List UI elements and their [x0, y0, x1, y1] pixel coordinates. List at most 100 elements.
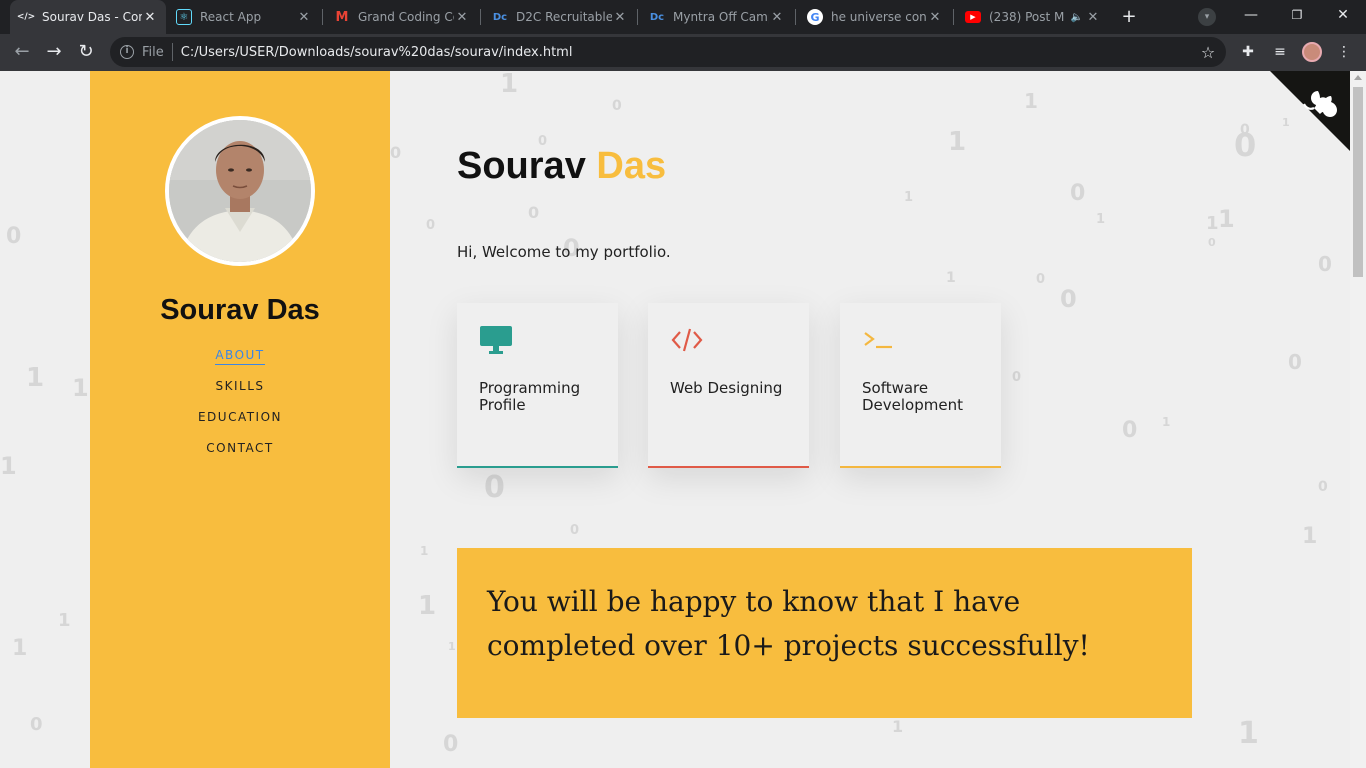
tab-strip: </> Sourav Das - Con ✕ ⚛ React App ✕ M G…: [0, 0, 1366, 34]
speaker-icon[interactable]: 🔈: [1069, 12, 1085, 23]
bg-digit: 0: [1036, 272, 1046, 287]
bg-digit: 0: [1208, 236, 1216, 249]
card-software-development[interactable]: Software Development: [840, 303, 1001, 468]
bg-digit: 0: [30, 714, 43, 735]
new-tab-button[interactable]: +: [1118, 6, 1140, 28]
close-icon[interactable]: ✕: [927, 10, 943, 25]
welcome-text: Hi, Welcome to my portfolio.: [457, 243, 671, 261]
code-icon: </>: [16, 12, 36, 22]
tab-react-app[interactable]: ⚛ React App ✕: [168, 0, 320, 34]
reload-icon[interactable]: ↻: [72, 38, 100, 66]
page-scrollbar[interactable]: [1350, 71, 1366, 768]
tab-title: Grand Coding Co: [358, 10, 454, 24]
bg-digit: 1: [0, 452, 17, 480]
close-icon[interactable]: ✕: [769, 10, 785, 25]
tab-portfolio[interactable]: </> Sourav Das - Con ✕: [10, 0, 166, 34]
bg-digit: 1: [500, 71, 519, 99]
bg-digit: 0: [1122, 418, 1138, 443]
close-icon[interactable]: ✕: [454, 10, 470, 25]
tab-gmail[interactable]: M Grand Coding Co ✕: [326, 0, 478, 34]
card-label: Software Development: [862, 379, 963, 414]
extensions-icon[interactable]: ✚: [1238, 42, 1258, 62]
close-icon[interactable]: ✕: [142, 10, 158, 25]
bg-digit: 1: [1218, 205, 1235, 233]
profile-avatar[interactable]: [1302, 42, 1322, 62]
bg-digit: 0: [1240, 122, 1250, 138]
media-queue-icon[interactable]: ≡: [1270, 42, 1290, 62]
bg-digit: 0: [570, 523, 580, 538]
bg-digit: 0: [6, 224, 22, 249]
google-icon: G: [807, 9, 823, 25]
bg-digit: 0: [426, 218, 436, 233]
gmail-icon: M: [335, 9, 349, 25]
profile-photo: [165, 116, 315, 266]
bg-digit: 1: [420, 544, 429, 558]
tab-divider: [795, 9, 796, 25]
card-label: Programming Profile: [479, 379, 581, 414]
menu-icon[interactable]: ⋮: [1334, 42, 1354, 62]
tab-title: Sourav Das - Con: [42, 10, 142, 24]
card-programming-profile[interactable]: Programming Profile: [457, 303, 618, 468]
bg-digit: 1: [1206, 213, 1219, 234]
bg-digit: 0: [1318, 252, 1332, 276]
scroll-thumb[interactable]: [1353, 87, 1363, 277]
tab-title: D2C Recruitables: [516, 10, 612, 24]
tab-title: (238) Post M: [989, 10, 1065, 24]
projects-banner: You will be happy to know that I have co…: [457, 548, 1192, 718]
nav-about[interactable]: ABOUT: [90, 348, 390, 379]
person-photo: [169, 120, 311, 262]
bg-digit: 1: [904, 190, 914, 205]
tab-d2c[interactable]: Dc D2C Recruitables ✕: [484, 0, 636, 34]
bg-digit: 0: [528, 203, 540, 222]
tab-search-icon[interactable]: ▾: [1198, 8, 1216, 26]
bg-digit: 1: [1238, 716, 1259, 751]
forward-icon[interactable]: →: [40, 38, 68, 66]
bg-digit: 1: [1096, 212, 1106, 227]
title-last-name: Das: [596, 145, 667, 187]
close-icon[interactable]: ✕: [612, 10, 628, 25]
youtube-icon: ▶: [965, 11, 981, 23]
url-text[interactable]: C:/Users/USER/Downloads/sourav%20das/sou…: [181, 45, 1196, 60]
bookmark-star-icon[interactable]: ☆: [1196, 43, 1220, 62]
card-web-designing[interactable]: Web Designing: [648, 303, 809, 468]
scroll-up-icon[interactable]: [1354, 75, 1362, 80]
card-accent-bar: [648, 466, 809, 468]
bg-digit: 1: [26, 363, 45, 393]
bg-digit: 0: [1070, 181, 1086, 206]
nav-education[interactable]: EDUCATION: [90, 410, 390, 441]
restore-icon[interactable]: ❐: [1274, 0, 1320, 30]
sidebar: Sourav Das ABOUT SKILLS EDUCATION CONTAC…: [90, 71, 390, 768]
bg-digit: 1: [418, 591, 437, 621]
d2c-icon: Dc: [492, 11, 508, 23]
close-icon[interactable]: ✕: [296, 10, 312, 25]
bg-digit: 0: [484, 470, 505, 505]
nav-label: CONTACT: [206, 441, 274, 455]
react-icon: ⚛: [176, 9, 192, 25]
bg-digit: 0: [1060, 285, 1077, 313]
tab-divider: [637, 9, 638, 25]
sidebar-name: Sourav Das: [160, 294, 320, 326]
banner-text: You will be happy to know that I have co…: [487, 585, 1090, 662]
tab-youtube[interactable]: ▶ (238) Post M 🔈 ✕: [957, 0, 1109, 34]
nav-skills[interactable]: SKILLS: [90, 379, 390, 410]
back-icon[interactable]: ←: [8, 38, 36, 66]
minimize-icon[interactable]: —: [1228, 0, 1274, 30]
github-corner-icon[interactable]: [1270, 71, 1350, 151]
info-icon[interactable]: i: [120, 45, 134, 59]
bg-digit: 1: [12, 636, 28, 661]
tab-title: Myntra Off Camp: [673, 10, 769, 24]
nav-label: EDUCATION: [197, 410, 283, 424]
bg-digit: 1: [72, 374, 89, 402]
tab-google[interactable]: G he universe conte ✕: [799, 0, 951, 34]
close-icon[interactable]: ✕: [1085, 10, 1101, 25]
nav-contact[interactable]: CONTACT: [90, 441, 390, 472]
nav-label: SKILLS: [215, 379, 265, 393]
address-bar[interactable]: i File C:/Users/USER/Downloads/sourav%20…: [110, 37, 1226, 67]
title-first-name: Sourav: [457, 145, 586, 187]
tab-myntra[interactable]: Dc Myntra Off Camp ✕: [641, 0, 793, 34]
page-viewport: 0 1 1 1 1 1 0 1 0 0 0 0 0 0 1 1 0 0 1 1 …: [0, 71, 1350, 768]
close-window-icon[interactable]: ✕: [1320, 0, 1366, 30]
page-title: Sourav Das: [457, 145, 666, 188]
bg-digit: 1: [448, 640, 456, 653]
monitor-icon: [480, 326, 512, 354]
